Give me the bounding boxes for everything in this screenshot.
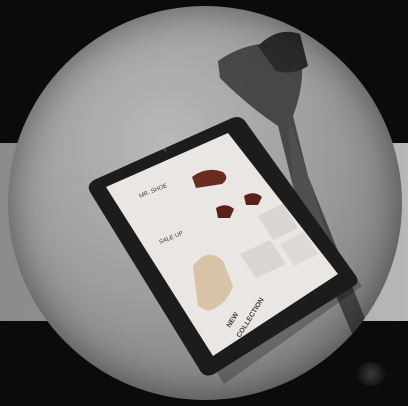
dark-blur-spot [356, 362, 386, 386]
tablet-device: MR. SHOE SALE UP NEW COLLECTION [88, 117, 358, 376]
product-photo: MR. SHOE SALE UP NEW COLLECTION [8, 6, 402, 400]
camera-dot [163, 148, 167, 152]
